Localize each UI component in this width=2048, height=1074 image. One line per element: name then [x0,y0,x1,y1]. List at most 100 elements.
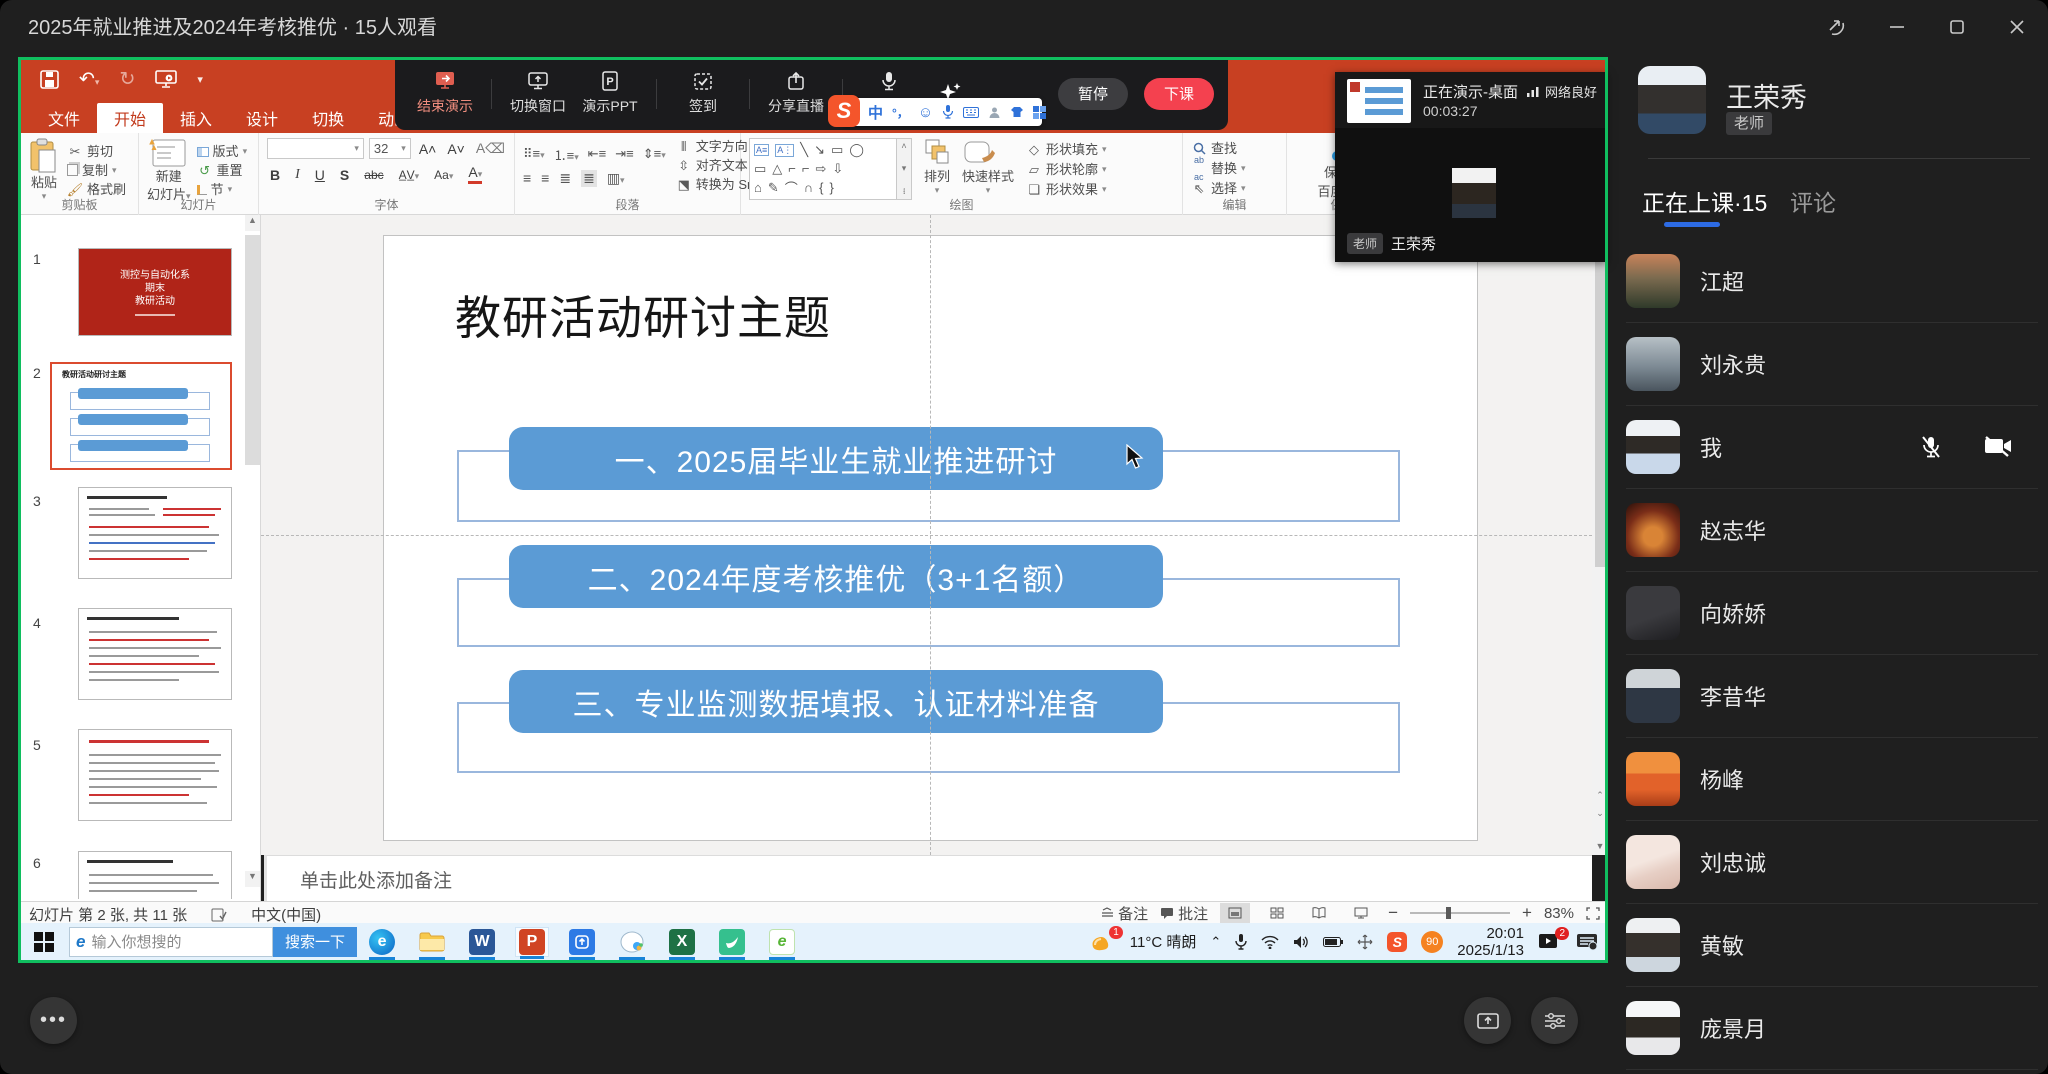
start-button[interactable] [27,927,61,957]
more-options-button[interactable]: ••• [30,997,77,1044]
tray-notification-icon[interactable] [1576,933,1598,951]
zoom-in-button[interactable]: + [1522,903,1532,923]
slide-thumb-5[interactable] [78,729,232,821]
tray-clock[interactable]: 20:012025/1/13 [1457,925,1524,959]
taskbar-ie-green-icon[interactable]: e [765,927,799,957]
align-center-icon[interactable]: ≡ [541,170,549,186]
increase-indent-icon[interactable]: ⇥≡ [615,146,633,162]
camera-off-icon[interactable] [1984,435,2012,457]
slide-thumb-3[interactable] [78,487,232,579]
save-icon[interactable] [40,70,59,89]
tray-move-icon[interactable] [1357,934,1373,950]
tray-wifi-icon[interactable] [1261,935,1279,949]
notes-panel[interactable] [264,855,1592,901]
tab-comments[interactable]: 评论 [1790,184,1836,218]
taskbar-edge-icon[interactable]: e [365,927,399,957]
settings-sliders-button[interactable] [1531,997,1578,1044]
columns-icon[interactable]: ▥▾ [607,170,625,187]
tray-score-badge[interactable]: 90 [1421,931,1443,953]
switch-window-button[interactable]: 切换窗口 [502,71,574,116]
notes-toggle[interactable]: 备注 [1101,903,1148,924]
participant-row[interactable]: 李昔华 [1626,655,2038,738]
spellcheck-icon[interactable] [211,908,227,922]
decrease-indent-icon[interactable]: ⇤≡ [588,146,606,162]
close-button[interactable] [2002,12,2032,42]
presenter-overlay[interactable]: 正在演示-桌面 00:03:27 网络良好 老师 王荣秀 [1335,72,1607,262]
arrange-button[interactable]: 排列▾ [924,138,950,196]
find-button[interactable]: 查找 [1191,140,1280,157]
bold-button[interactable]: B [270,167,280,183]
search-placeholder[interactable]: 输入你想搜的 [91,931,181,952]
strike-button[interactable]: abc [364,168,383,182]
share-live-button[interactable]: 分享直播 [760,71,832,116]
reset-button[interactable]: ↺重置 [197,162,248,179]
cut-button[interactable]: ✂剪切 [67,143,126,160]
tab-design[interactable]: 设计 [229,103,295,133]
slide-bar-1[interactable]: 一、2025届毕业生就业推进研讨 [509,427,1163,490]
align-left-icon[interactable]: ≡ [523,170,531,186]
participant-row[interactable]: 赵志华 [1626,489,2038,572]
participant-row[interactable]: 庞景月 [1626,987,2038,1070]
mic-muted-icon[interactable] [1920,435,1942,459]
zoom-level[interactable]: 83% [1544,905,1574,922]
participant-row[interactable]: 杨峰 [1626,738,2038,821]
thumb-scroll-thumb[interactable] [245,235,260,465]
tab-home[interactable]: 开始 [97,103,163,133]
tray-battery-icon[interactable] [1323,936,1343,948]
taskbar-explorer-icon[interactable] [415,927,449,957]
font-name-select[interactable]: ▾ [267,138,364,159]
participant-row[interactable]: 黄敏 [1626,904,2038,987]
sogou-emoji-icon[interactable]: ☺ [918,104,933,121]
underline-button[interactable]: U [315,167,325,183]
teacher-avatar[interactable] [1638,66,1706,134]
clear-format-button[interactable]: A⌫ [476,140,505,157]
canvas-scroll-thumb[interactable] [1595,237,1605,567]
zoom-slider-thumb[interactable] [1446,907,1451,919]
tab-in-class[interactable]: 正在上课·15 [1642,184,1767,218]
present-ppt-button[interactable]: P 演示PPT [574,71,646,116]
slide-thumb-4[interactable] [78,608,232,700]
participant-row[interactable]: 刘忠诚 [1626,821,2038,904]
slide-thumb-1[interactable]: 测控与自动化系 期末 教研活动 [78,248,232,336]
next-slide-button[interactable]: ⌄ [1592,808,1608,819]
taskbar-search-box[interactable]: e 输入你想搜的 [69,927,273,957]
participant-row[interactable]: 江超 [1626,240,2038,323]
taskbar-qq-browser-icon[interactable] [615,927,649,957]
zoom-slider[interactable] [1410,912,1510,914]
paste-button[interactable]: 粘贴 ▾ [29,138,59,202]
tray-volume-icon[interactable] [1293,935,1309,949]
taskbar-excel-icon[interactable]: X [665,927,699,957]
comments-toggle[interactable]: 批注 [1160,903,1208,924]
prev-slide-button[interactable]: ⌃ [1592,790,1608,801]
shape-fill-button[interactable]: ◇形状填充▾ [1026,141,1107,158]
format-painter-button[interactable]: 🖌︎格式刷 [67,181,126,198]
undo-icon[interactable]: ↶▾ [79,68,99,91]
char-spacing-button[interactable]: A̲V̲▾ [399,168,420,182]
thumb-scroll-down[interactable]: ▼ [245,871,260,887]
replace-button[interactable]: abac替换▾ [1191,160,1280,177]
sign-in-button[interactable]: 签到 [667,71,739,116]
font-size-select[interactable]: 32▾ [369,138,411,159]
zoom-out-button[interactable]: − [1388,903,1398,923]
grow-font-button[interactable]: A˄ [419,141,437,157]
end-class-button[interactable]: 下课 [1144,78,1214,110]
quick-style-button[interactable]: 快速样式▾ [962,138,1014,196]
sogou-logo[interactable]: S [828,95,860,127]
taskbar-feishu-icon[interactable] [715,927,749,957]
select-button[interactable]: ⇖选择▾ [1191,180,1280,197]
redo-icon[interactable]: ↻ [119,68,135,91]
sogou-keyboard-icon[interactable] [963,107,979,118]
tab-insert[interactable]: 插入 [163,103,229,133]
pause-button[interactable]: 暂停 [1058,78,1128,110]
shape-outline-button[interactable]: ▱形状轮廓▾ [1026,161,1107,178]
reading-view-button[interactable] [1304,903,1334,923]
bullets-icon[interactable]: ⠿≡▾ [523,146,545,162]
justify-icon[interactable]: ≣ [581,170,597,187]
shape-gallery[interactable]: A≡A⋮╲↘▭◯ ▭△⌐⌐⇨⇩ ⌂✎⌒∩{} [749,138,897,200]
numbering-icon[interactable]: ⒈≡▾ [554,145,579,164]
slide-bar-3[interactable]: 三、专业监测数据填报、认证材料准备 [509,670,1163,733]
sogou-skin-icon[interactable] [1010,106,1024,118]
end-presentation-button[interactable]: 结束演示 [409,71,481,116]
sogou-toolbox-icon[interactable] [1033,106,1046,119]
slide-title[interactable]: 教研活动研讨主题 [455,282,831,348]
